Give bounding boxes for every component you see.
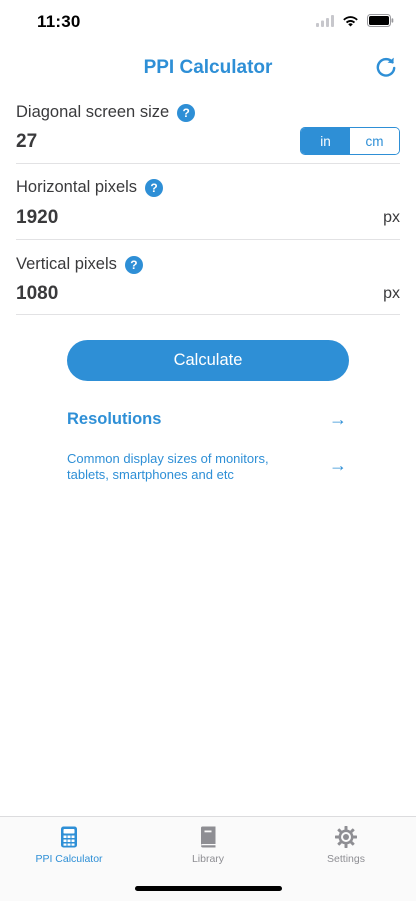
tab-ppi-calculator[interactable]: PPI Calculator bbox=[0, 817, 138, 873]
diagonal-label-row: Diagonal screen size ? bbox=[16, 103, 196, 122]
home-indicator[interactable] bbox=[135, 886, 282, 891]
vertical-input[interactable]: 1080 bbox=[16, 283, 58, 305]
wifi-icon bbox=[343, 15, 358, 26]
arrow-right-icon: → bbox=[329, 455, 347, 475]
battery-icon bbox=[367, 14, 394, 27]
horizontal-input[interactable]: 1920 bbox=[16, 207, 58, 229]
nav-bar: PPI Calculator bbox=[0, 44, 416, 88]
unit-segmented-control[interactable]: in cm bbox=[300, 127, 400, 155]
resolutions-title: Resolutions bbox=[67, 410, 162, 428]
help-icon[interactable]: ? bbox=[124, 255, 143, 274]
tab-library[interactable]: Library bbox=[139, 817, 277, 873]
tab-settings[interactable]: Settings bbox=[277, 817, 415, 873]
calculator-icon bbox=[61, 826, 77, 848]
vertical-label-row: Vertical pixels ? bbox=[16, 255, 143, 274]
refresh-icon bbox=[376, 57, 396, 77]
horizontal-field: Horizontal pixels ? 1920 px bbox=[16, 178, 400, 240]
status-icons bbox=[316, 14, 394, 27]
horizontal-label-row: Horizontal pixels ? bbox=[16, 178, 164, 197]
resolutions-description-link[interactable]: Common display sizes of monitors, tablet… bbox=[67, 451, 349, 485]
horizontal-unit: px bbox=[383, 209, 400, 226]
page-title: PPI Calculator bbox=[143, 57, 273, 78]
vertical-unit: px bbox=[383, 285, 400, 302]
tab-label: Library bbox=[191, 853, 225, 865]
resolutions-link[interactable]: Resolutions → bbox=[67, 409, 349, 432]
diagonal-field: Diagonal screen size ? 27 in cm bbox=[16, 103, 400, 164]
tab-label: PPI Calculator bbox=[35, 853, 103, 865]
gear-icon bbox=[335, 826, 357, 848]
unit-cm-segment[interactable]: cm bbox=[350, 128, 399, 154]
diagonal-label: Diagonal screen size bbox=[16, 103, 170, 121]
diagonal-input[interactable]: 27 bbox=[16, 131, 37, 153]
resolutions-description: Common display sizes of monitors, tablet… bbox=[67, 451, 269, 482]
horizontal-label: Horizontal pixels bbox=[16, 178, 138, 196]
status-bar: 11:30 bbox=[0, 0, 416, 44]
calculate-button[interactable]: Calculate bbox=[67, 340, 349, 381]
arrow-right-icon: → bbox=[329, 409, 347, 429]
reset-button[interactable] bbox=[372, 53, 400, 81]
status-time: 11:30 bbox=[37, 12, 81, 31]
tab-label: Settings bbox=[327, 853, 365, 865]
signal-icon bbox=[316, 14, 334, 27]
book-icon bbox=[201, 826, 216, 848]
help-icon[interactable]: ? bbox=[177, 103, 196, 122]
help-icon[interactable]: ? bbox=[145, 178, 164, 197]
vertical-field: Vertical pixels ? 1080 px bbox=[16, 255, 400, 315]
unit-in-segment[interactable]: in bbox=[301, 128, 350, 154]
vertical-label: Vertical pixels bbox=[16, 255, 117, 273]
